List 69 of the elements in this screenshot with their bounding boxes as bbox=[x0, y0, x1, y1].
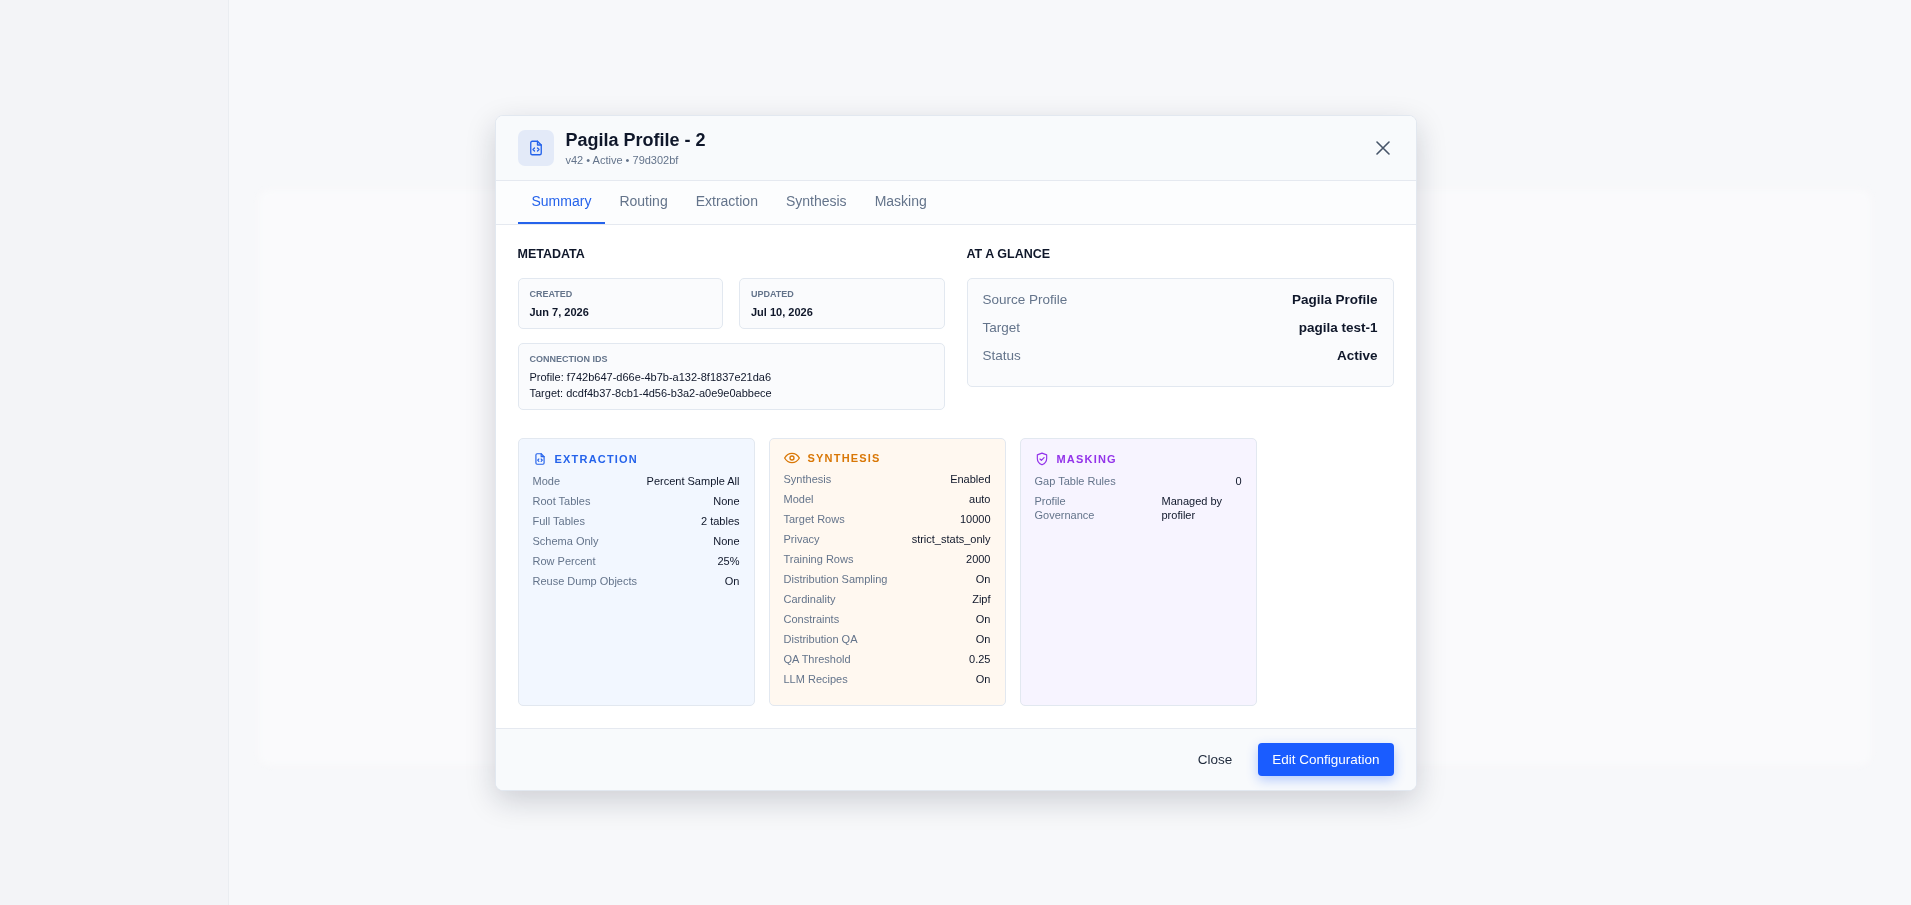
setting-label: Training Rows bbox=[783, 551, 854, 566]
section-heading: METADATA bbox=[517, 246, 586, 261]
setting-label: LLM Recipes bbox=[783, 671, 848, 686]
setting-label: Full Tables bbox=[532, 513, 585, 528]
summary-label: Status bbox=[982, 347, 1021, 363]
setting-value: Managed by profiler bbox=[1161, 493, 1224, 522]
shield-check-icon bbox=[1034, 451, 1049, 466]
setting-value: 0 bbox=[1235, 473, 1242, 488]
summary-value: Pagila Profile bbox=[1291, 291, 1378, 307]
setting-value: strict_stats_only bbox=[911, 531, 991, 546]
connection-id: Profile: f742b647-d66e-4b7b-a132-8f1837e21da6 bbox=[529, 370, 773, 383]
setting-value: 2 tables bbox=[700, 513, 740, 528]
field-label: CREATED bbox=[529, 288, 574, 299]
file-code-icon bbox=[532, 451, 547, 466]
setting-label: QA Threshold bbox=[783, 651, 851, 666]
field-label: UPDATED bbox=[751, 288, 795, 299]
dialog-title: Pagila Profile - 2 bbox=[565, 129, 707, 151]
setting-value: On bbox=[975, 611, 991, 626]
setting-value: None bbox=[713, 533, 740, 548]
summary-value: pagila test-1 bbox=[1298, 319, 1378, 335]
summary-label: Source Profile bbox=[982, 291, 1068, 307]
setting-value: On bbox=[724, 573, 740, 588]
setting-label: Constraints bbox=[783, 611, 840, 626]
eye-icon bbox=[783, 451, 800, 464]
setting-label: Reuse Dump Objects bbox=[532, 573, 638, 588]
setting-value: 2000 bbox=[966, 551, 991, 566]
setting-label: Model bbox=[783, 491, 814, 506]
setting-value: auto bbox=[969, 491, 991, 506]
tab[interactable]: Synthesis bbox=[771, 180, 861, 224]
setting-label: Gap Table Rules bbox=[1034, 473, 1116, 488]
setting-label: Profile Governance bbox=[1034, 493, 1096, 522]
setting-label: Distribution Sampling bbox=[783, 571, 888, 586]
setting-label: Privacy bbox=[783, 531, 820, 546]
setting-label: Target Rows bbox=[783, 511, 845, 526]
summary-value: Active bbox=[1336, 347, 1378, 363]
setting-value: 10000 bbox=[959, 511, 991, 526]
connection-id: Target: dcdf4b37-8cb1-4d56-b3a2-a0e9e0abbece bbox=[529, 386, 773, 399]
setting-value: Enabled bbox=[950, 471, 991, 486]
tab[interactable]: Masking bbox=[860, 180, 941, 224]
setting-label: Distribution QA bbox=[783, 631, 858, 646]
tab[interactable]: Extraction bbox=[681, 180, 772, 224]
dialog-subtitle: v42 • Active • 79d302bf bbox=[565, 153, 680, 166]
card-title: MASKING bbox=[1056, 452, 1117, 465]
edit-configuration-button[interactable]: Edit Configuration bbox=[1258, 742, 1394, 776]
setting-label: Schema Only bbox=[532, 533, 599, 548]
setting-value: 0.25 bbox=[969, 651, 991, 666]
setting-label: Cardinality bbox=[783, 591, 836, 606]
field-value: Jul 10, 2026 bbox=[751, 305, 814, 318]
setting-label: Synthesis bbox=[783, 471, 832, 486]
setting-value: On bbox=[975, 671, 991, 686]
summary-label: Target bbox=[982, 319, 1021, 335]
setting-value: Zipf bbox=[972, 591, 991, 606]
setting-value: Percent Sample All bbox=[646, 473, 740, 488]
setting-label: Mode bbox=[532, 473, 561, 488]
close-button[interactable]: Close bbox=[1187, 743, 1243, 775]
setting-value: 25% bbox=[717, 553, 740, 568]
setting-value: None bbox=[713, 493, 740, 508]
setting-label: Row Percent bbox=[532, 553, 596, 568]
field-value: Jun 7, 2026 bbox=[529, 305, 590, 318]
section-heading: AT A GLANCE bbox=[966, 246, 1052, 261]
tab[interactable]: Summary bbox=[517, 180, 606, 224]
card-title: SYNTHESIS bbox=[807, 451, 881, 464]
setting-value: On bbox=[975, 571, 991, 586]
card-title: EXTRACTION bbox=[554, 452, 638, 465]
tab[interactable]: Routing bbox=[605, 180, 682, 224]
field-label: CONNECTION IDS bbox=[529, 353, 609, 364]
setting-label: Root Tables bbox=[532, 493, 591, 508]
setting-value: On bbox=[975, 631, 991, 646]
file-code-icon bbox=[517, 129, 554, 166]
